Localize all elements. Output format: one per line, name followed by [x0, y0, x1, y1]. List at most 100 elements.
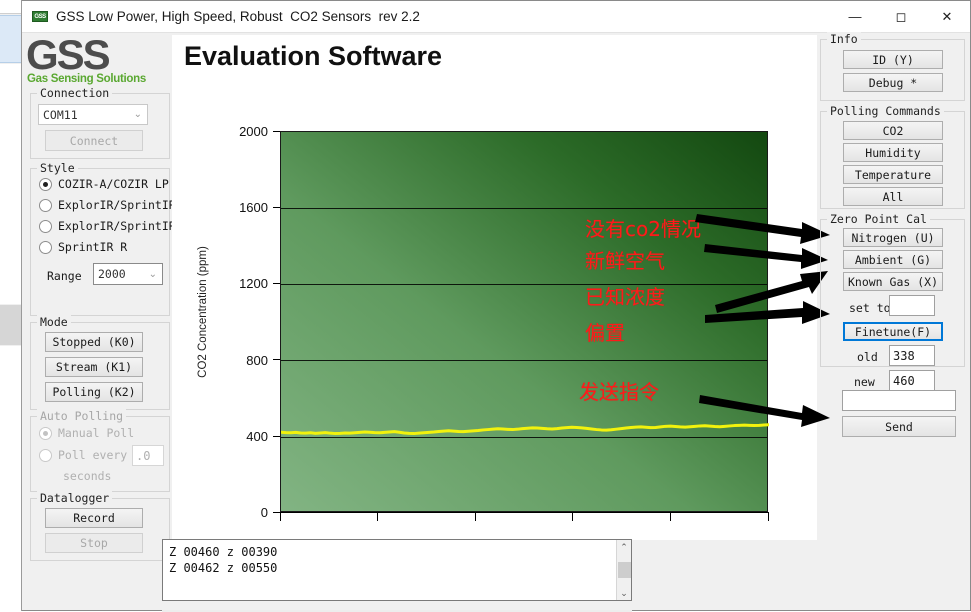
style-group-title: Style	[37, 161, 78, 175]
background-window	[0, 0, 22, 611]
connection-group: Connection COM11 ⌄ Connect	[30, 86, 170, 159]
window-content: GSS Gas Sensing Solutions Connection COM…	[22, 32, 970, 612]
style-group: Style COZIR-A/COZIR LP ExplorIR/SprintIR…	[30, 161, 190, 316]
y-tick-label: 2000	[239, 124, 268, 139]
com-port-value: COM11	[43, 107, 78, 122]
background-window-titlebar	[0, 0, 21, 14]
mode-group-title: Mode	[37, 315, 71, 329]
application-window: GSS GSS Low Power, High Speed, Robust CO…	[22, 0, 971, 612]
nitrogen-button[interactable]: Nitrogen (U)	[843, 228, 943, 247]
app-icon: GSS	[32, 11, 48, 22]
com-port-select[interactable]: COM11 ⌄	[38, 104, 148, 125]
id-button[interactable]: ID (Y)	[843, 50, 943, 69]
mode-stream-button[interactable]: Stream (K1)	[45, 357, 143, 377]
old-value-input[interactable]: 338	[889, 345, 935, 366]
right-sidebar: Info ID (Y) Debug * Polling Commands CO2…	[820, 32, 968, 465]
connect-button[interactable]: Connect	[45, 130, 143, 151]
logo-tagline: Gas Sensing Solutions	[27, 73, 146, 85]
log-output: Z 00460 z 00390 Z 00462 z 00550 ⌃ ⌄	[162, 539, 632, 601]
radio-dot-icon	[39, 426, 52, 440]
chevron-down-icon: ⌄	[148, 268, 157, 280]
page-title: Evaluation Software	[184, 41, 443, 71]
polling-commands-group-title: Polling Commands	[827, 104, 944, 118]
zero-point-cal-group-title: Zero Point Cal	[827, 212, 930, 226]
radio-label: ExplorIR/SprintIR 1	[58, 219, 190, 233]
record-button[interactable]: Record	[45, 508, 143, 528]
radio-dot-icon	[39, 219, 52, 233]
zero-point-cal-group: Zero Point Cal Nitrogen (U) Ambient (G) …	[820, 212, 965, 391]
radio-dot-icon	[39, 177, 52, 191]
plot-area	[280, 131, 768, 512]
close-icon[interactable]: ✕	[924, 1, 970, 32]
title-bar: GSS GSS Low Power, High Speed, Robust CO…	[22, 1, 970, 33]
new-label: new	[854, 375, 875, 389]
y-tick-label: 800	[246, 353, 268, 368]
radio-poll-every[interactable]: Poll every	[39, 448, 127, 462]
x-tick	[768, 513, 769, 521]
y-tick-label: 1200	[239, 276, 268, 291]
temperature-button[interactable]: Temperature	[843, 165, 943, 184]
radio-label: Poll every	[58, 448, 128, 462]
datalogger-group-title: Datalogger	[37, 491, 113, 505]
humidity-button[interactable]: Humidity	[843, 143, 943, 162]
maximize-icon[interactable]: ◻	[878, 1, 924, 32]
radio-explorir-sprintir-1[interactable]: ExplorIR/SprintIR 1	[39, 219, 190, 233]
debug-button[interactable]: Debug *	[843, 73, 943, 92]
auto-polling-group-title: Auto Polling	[37, 409, 127, 423]
status-bar	[22, 602, 970, 610]
radio-manual-poll[interactable]: Manual Poll	[39, 426, 134, 440]
radio-dot-icon	[39, 448, 52, 462]
chevron-down-icon: ⌄	[133, 109, 142, 120]
co2-chart: CO2 Concentration (ppm) 2000 1600 1200 8…	[172, 87, 817, 537]
connection-group-title: Connection	[37, 86, 113, 100]
send-button[interactable]: Send	[842, 416, 956, 437]
background-window-body-lower	[0, 346, 21, 611]
all-button[interactable]: All	[843, 187, 943, 206]
known-gas-button[interactable]: Known Gas (X)	[843, 272, 943, 291]
x-axis-line	[280, 512, 769, 513]
set-to-label: set to	[849, 301, 891, 315]
ambient-button[interactable]: Ambient (G)	[843, 250, 943, 269]
mode-polling-button[interactable]: Polling (K2)	[45, 382, 143, 402]
poll-interval-value: .0	[136, 448, 151, 463]
co2-button[interactable]: CO2	[843, 121, 943, 140]
stop-button[interactable]: Stop	[45, 533, 143, 553]
y-tick-label: 400	[246, 429, 268, 444]
scrollbar-thumb[interactable]	[617, 562, 631, 578]
log-scrollbar[interactable]: ⌃ ⌄	[616, 540, 631, 600]
background-window-highlight	[0, 305, 21, 345]
window-controls: — ◻ ✕	[832, 1, 970, 32]
y-tick-label: 1600	[239, 200, 268, 215]
log-text: Z 00460 z 00390 Z 00462 z 00550	[169, 545, 278, 575]
gss-logo: GSS Gas Sensing Solutions	[24, 34, 170, 89]
minimize-icon[interactable]: —	[832, 1, 878, 32]
left-sidebar: GSS Gas Sensing Solutions Connection COM…	[24, 34, 190, 561]
x-tick	[475, 513, 476, 521]
center-panel: Evaluation Software CO2 Concentration (p…	[172, 35, 817, 540]
mode-group: Mode Stopped (K0) Stream (K1) Polling (K…	[30, 315, 170, 410]
range-value: 2000	[98, 267, 126, 281]
polling-commands-group: Polling Commands CO2 Humidity Temperatur…	[820, 104, 965, 209]
new-value-input[interactable]: 460	[889, 370, 935, 391]
y-axis-label: CO2 Concentration (ppm)	[197, 246, 209, 378]
scroll-up-icon[interactable]: ⌃	[620, 540, 628, 554]
new-value: 460	[893, 373, 915, 388]
range-select[interactable]: 2000 ⌄	[93, 263, 163, 285]
radio-explorir-sprintir[interactable]: ExplorIR/SprintIR	[39, 198, 176, 212]
set-to-input[interactable]	[889, 295, 935, 316]
radio-cozir-a[interactable]: COZIR-A/COZIR LP	[39, 177, 169, 191]
background-window-selection	[0, 15, 21, 63]
mode-stopped-button[interactable]: Stopped (K0)	[45, 332, 143, 352]
radio-label: ExplorIR/SprintIR	[58, 198, 176, 212]
radio-label: COZIR-A/COZIR LP	[58, 177, 169, 191]
scroll-down-icon[interactable]: ⌄	[620, 586, 628, 600]
finetune-button[interactable]: Finetune(F)	[843, 322, 943, 341]
info-group: Info ID (Y) Debug *	[820, 32, 965, 101]
y-tick-label: 0	[260, 505, 268, 520]
poll-interval-input[interactable]: .0	[132, 445, 164, 466]
auto-polling-group: Auto Polling Manual Poll Poll every .0 s…	[30, 409, 170, 492]
radio-sprintir-r[interactable]: SprintIR R	[39, 240, 127, 254]
x-tick	[670, 513, 671, 521]
radio-dot-icon	[39, 198, 52, 212]
command-input[interactable]	[842, 390, 956, 411]
